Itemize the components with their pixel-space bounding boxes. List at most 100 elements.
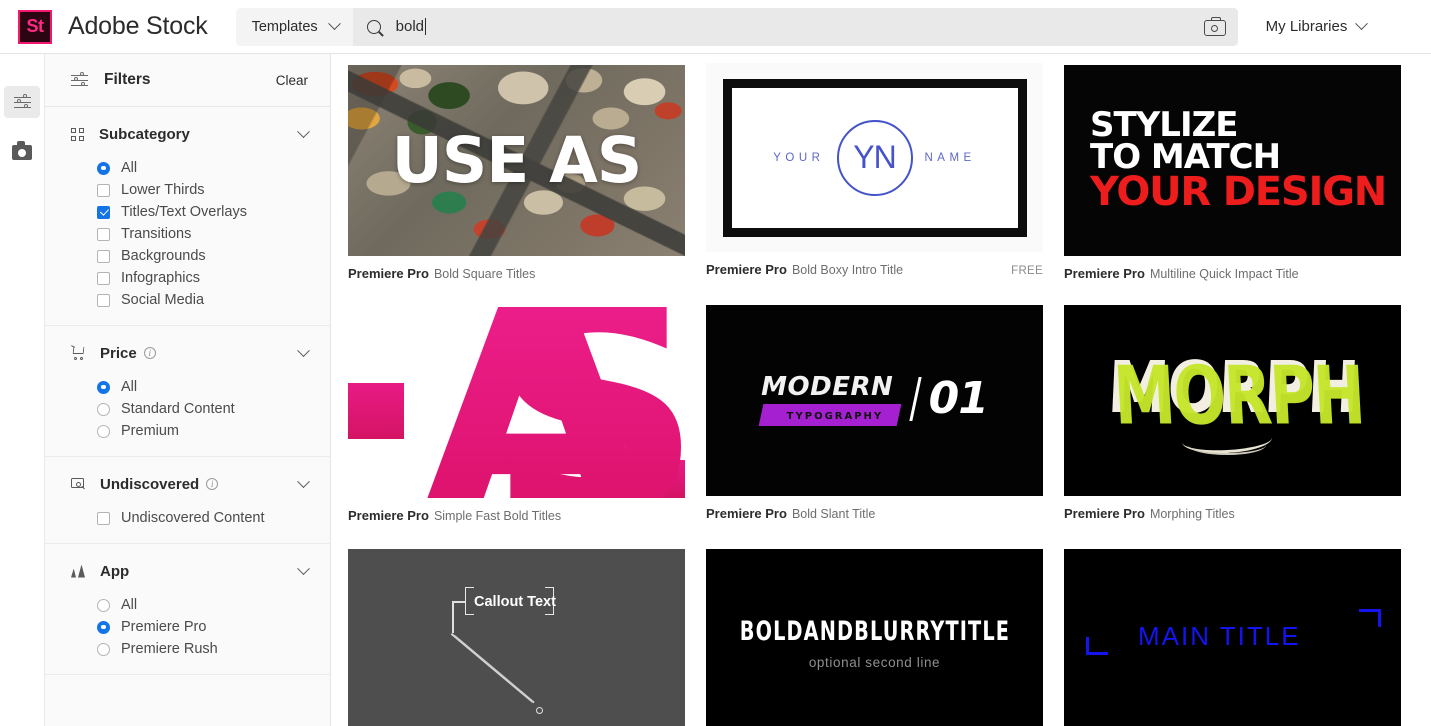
radio-icon[interactable]: [97, 424, 110, 438]
filter-option-label: Premiere Rush: [121, 641, 218, 657]
checkbox-icon[interactable]: [97, 271, 110, 285]
result-app-name: Premiere Pro: [1064, 506, 1145, 521]
checkbox-icon[interactable]: [97, 183, 110, 197]
result-caption: Premiere Pro Bold Slant Title: [706, 506, 1043, 521]
result-thumbnail[interactable]: MORPH MORPH: [1064, 305, 1401, 496]
app-option-premiere-pro[interactable]: Premiere Pro: [45, 616, 330, 638]
app-option-premiere-rush[interactable]: Premiere Rush: [45, 638, 330, 660]
filter-group-undiscovered: Undiscovered i Undiscovered Content: [45, 457, 330, 544]
price-option-all[interactable]: All: [45, 376, 330, 398]
radio-icon[interactable]: [97, 642, 110, 656]
preview-left-text: YOUR: [773, 151, 825, 164]
filter-option-lower-thirds[interactable]: Lower Thirds: [45, 179, 330, 201]
filter-options-app: All Premiere Pro Premiere Rush: [45, 594, 330, 660]
result-card[interactable]: MORPH MORPH Premiere Pro Morphing Titles: [1064, 305, 1401, 521]
grid-icon: [71, 127, 85, 141]
result-thumbnail[interactable]: STYLIZE TO MATCH YOUR DESIGN: [1064, 65, 1401, 256]
filter-option-titles-text-overlays[interactable]: Titles/Text Overlays: [45, 201, 330, 223]
result-card[interactable]: BOLDANDBLURRYTITLE optional second line: [706, 549, 1043, 726]
filter-option-infographics[interactable]: Infographics: [45, 267, 330, 289]
chevron-down-icon: [327, 17, 341, 31]
radio-icon[interactable]: [97, 402, 110, 416]
result-card[interactable]: MAIN TITLE: [1064, 549, 1401, 726]
result-card[interactable]: STYLIZE TO MATCH YOUR DESIGN Premiere Pr…: [1064, 65, 1401, 281]
info-icon[interactable]: i: [143, 347, 156, 359]
cart-icon: [70, 345, 86, 360]
filter-option-label: Premium: [121, 423, 180, 439]
result-thumbnail[interactable]: MODERN TYPOGRAPHY 01: [706, 305, 1043, 496]
app-icon: [71, 564, 86, 578]
brand[interactable]: St Adobe Stock: [18, 9, 208, 44]
info-icon[interactable]: i: [206, 478, 219, 490]
price-option-premium[interactable]: Premium: [45, 420, 330, 442]
preview-text: MAIN TITLE: [1138, 621, 1301, 651]
filter-options-price: All Standard Content Premium: [45, 376, 330, 442]
app-option-all[interactable]: All: [45, 594, 330, 616]
checkbox-icon[interactable]: [97, 227, 110, 241]
filter-option-backgrounds[interactable]: Backgrounds: [45, 245, 330, 267]
search-input[interactable]: bold: [352, 7, 1238, 46]
checkbox-icon[interactable]: [97, 205, 110, 219]
checkbox-icon[interactable]: [97, 511, 110, 525]
result-thumbnail[interactable]: YOUR YN NAME: [706, 63, 1043, 252]
result-thumbnail[interactable]: USE AS: [348, 65, 685, 256]
clear-filters-button[interactable]: Clear: [276, 73, 308, 88]
corner-bracket-top-right: [1359, 609, 1381, 627]
result-app-name: Premiere Pro: [348, 508, 429, 523]
filter-option-social-media[interactable]: Social Media: [45, 289, 330, 311]
result-card[interactable]: A S Premiere Pro Simple Fast Bold Titles: [348, 307, 685, 523]
search-query-text: bold: [395, 18, 425, 35]
visual-search-camera-icon[interactable]: [1203, 17, 1226, 36]
radio-icon[interactable]: [97, 598, 110, 612]
result-thumbnail[interactable]: MAIN TITLE: [1064, 549, 1401, 726]
preview-word: MODERN: [761, 371, 894, 402]
result-card[interactable]: USE AS Premiere Pro Bold Square Titles: [348, 65, 685, 281]
filter-group-title: Undiscovered: [100, 475, 200, 493]
leader-endpoint: [536, 707, 543, 714]
filter-option-label: Premiere Pro: [121, 619, 207, 635]
result-thumbnail[interactable]: Callout Text: [348, 549, 685, 726]
preview-right-text: NAME: [924, 151, 976, 164]
leader-line: [452, 601, 466, 603]
chevron-down-icon: [297, 343, 310, 357]
pink-letter-preview: A S: [348, 307, 685, 498]
chevron-down-icon: [1355, 17, 1369, 31]
rail-visual-search-button[interactable]: [4, 136, 40, 168]
result-thumbnail[interactable]: A S: [348, 307, 685, 498]
result-card[interactable]: YOUR YN NAME Premiere Pro Bold Boxy Intr…: [706, 63, 1043, 277]
preview-text: Callout Text: [474, 594, 556, 610]
filters-sidebar: Filters Clear Subcategory All Lower Thir…: [45, 54, 331, 726]
filter-options-subcategory: All Lower Thirds Titles/Text Overlays Tr…: [45, 157, 330, 311]
filter-group-header-app[interactable]: App: [45, 558, 330, 584]
checkbox-icon[interactable]: [97, 249, 110, 263]
rail-filters-button[interactable]: [4, 86, 40, 118]
chevron-down-icon: [297, 474, 310, 488]
result-app-name: Premiere Pro: [1064, 266, 1145, 281]
checkbox-icon[interactable]: [97, 293, 110, 307]
result-card[interactable]: Callout Text: [348, 549, 685, 726]
preview-number: 01: [928, 373, 989, 424]
result-title: Bold Square Titles: [433, 267, 536, 281]
filter-option-undiscovered-content[interactable]: Undiscovered Content: [45, 507, 330, 529]
free-badge: FREE: [1011, 265, 1043, 277]
preview-line-1: BOLDANDBLURRYTITLE: [739, 616, 1010, 646]
filter-group-header-undiscovered[interactable]: Undiscovered i: [45, 471, 330, 497]
stylize-preview: STYLIZE TO MATCH YOUR DESIGN: [1064, 65, 1401, 256]
result-thumbnail[interactable]: BOLDANDBLURRYTITLE optional second line: [706, 549, 1043, 726]
filter-group-header-price[interactable]: Price i: [45, 340, 330, 366]
price-option-standard-content[interactable]: Standard Content: [45, 398, 330, 420]
category-dropdown[interactable]: Templates: [235, 7, 353, 46]
my-libraries-menu[interactable]: My Libraries: [1266, 17, 1369, 35]
filter-option-label: All: [121, 597, 138, 613]
radio-icon[interactable]: [97, 620, 110, 634]
result-card[interactable]: MODERN TYPOGRAPHY 01 Premiere Pro Bold S…: [706, 305, 1043, 521]
callout-preview: Callout Text: [348, 549, 685, 726]
filter-group-header-subcategory[interactable]: Subcategory: [45, 121, 330, 147]
filter-group-app: App All Premiere Pro Premiere Rush: [45, 544, 330, 675]
filter-option-transitions[interactable]: Transitions: [45, 223, 330, 245]
radio-icon[interactable]: [97, 161, 110, 175]
radio-icon[interactable]: [97, 380, 110, 394]
camera-icon: [12, 141, 32, 160]
filter-option-label: All: [121, 160, 138, 176]
filter-option-all[interactable]: All: [45, 157, 330, 179]
